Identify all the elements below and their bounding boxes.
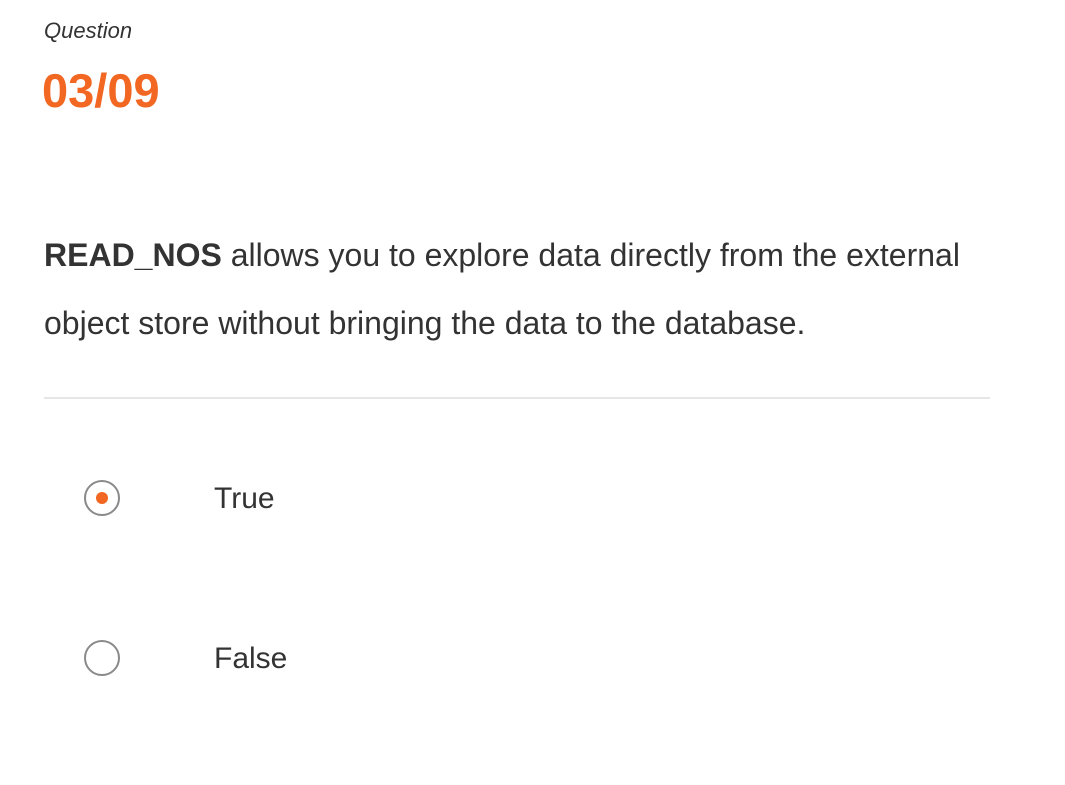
question-text: READ_NOS allows you to explore data dire… [44,221,1004,357]
option-false[interactable]: False [82,638,582,682]
quiz-page: Question 03/09 READ_NOS allows you to ex… [0,0,1065,785]
radio-dot [96,492,108,504]
question-counter: 03/09 [42,64,160,117]
divider [44,397,990,399]
radio-unselected-icon[interactable] [84,640,120,676]
option-label-false[interactable]: False [214,640,287,678]
option-label-true[interactable]: True [214,480,275,518]
radio-selected-icon[interactable] [84,480,120,516]
option-true[interactable]: True [82,478,582,522]
question-label: Question [44,18,133,43]
question-keyword: READ_NOS [44,237,222,273]
